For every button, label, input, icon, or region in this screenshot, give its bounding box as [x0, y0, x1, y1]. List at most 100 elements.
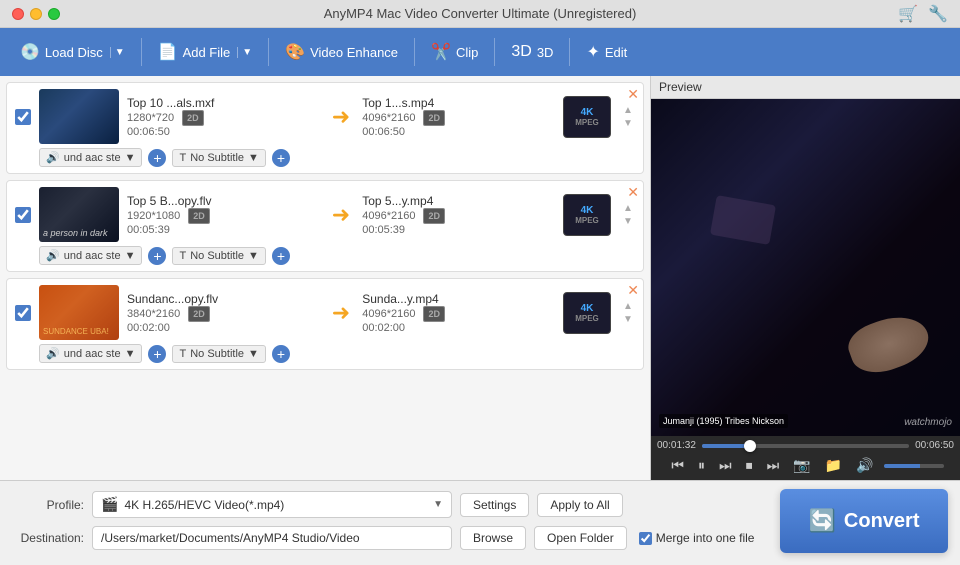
badge-text-2: 4K	[581, 205, 594, 216]
cart-icon[interactable]: 🛒	[898, 4, 918, 24]
output-dur-3: 00:02:00	[362, 322, 405, 334]
audio-value-3: und aac ste	[64, 348, 121, 360]
output-badge-3[interactable]: 4K MPEG	[563, 292, 611, 334]
audio-arrow-3: ▼	[125, 348, 136, 360]
audio-value-2: und aac ste	[64, 250, 121, 262]
dest-input[interactable]	[92, 526, 452, 550]
volume-icon[interactable]: 🔊	[852, 455, 877, 476]
file-info-row1-2: Top 5 B...opy.flv	[127, 194, 320, 208]
add-subtitle-1[interactable]: +	[272, 149, 290, 167]
output-dur-2: 00:05:39	[362, 224, 405, 236]
video-watermark: watchmojo	[904, 417, 952, 428]
divider-3	[414, 38, 415, 66]
audio-select-2[interactable]: 🔊 und aac ste ▼	[39, 246, 142, 265]
profile-icon: 🎬	[101, 496, 118, 513]
scroll-up-2[interactable]: ▲	[623, 203, 633, 214]
output-info-2: Top 5...y.mp4 4096*2160 2D 00:05:39	[362, 194, 555, 236]
stop-button[interactable]: ⏹	[742, 455, 757, 476]
file-item-1: ✕ Top 10 ...als.mxf 1280*720 2D 00:06:50	[6, 82, 644, 174]
subtitle-value-1: No Subtitle	[190, 152, 244, 164]
thumb-inner-2: a person in dark	[39, 187, 119, 242]
scroll-down-2[interactable]: ▼	[623, 216, 633, 227]
output-format-1: 2D	[423, 110, 445, 126]
file-checkbox-1[interactable]	[15, 109, 31, 125]
input-format-2: 2D	[188, 208, 210, 224]
output-badge-1[interactable]: 4K MPEG	[563, 96, 611, 138]
file-info-row2-1: 1280*720 2D	[127, 110, 320, 126]
add-subtitle-2[interactable]: +	[272, 247, 290, 265]
settings-button[interactable]: Settings	[460, 493, 529, 517]
video-enhance-button[interactable]: 🎨 Video Enhance	[277, 36, 406, 68]
preview-label: Preview	[651, 76, 960, 99]
browse-button[interactable]: Browse	[460, 526, 526, 550]
camera-button[interactable]: 📷	[789, 455, 814, 476]
fast-forward-button[interactable]: ⏭	[715, 455, 736, 476]
output-format-2: 2D	[423, 208, 445, 224]
file-checkbox-2[interactable]	[15, 207, 31, 223]
3d-button[interactable]: 3D 3D	[503, 37, 561, 67]
convert-button[interactable]: 🔄 Convert	[780, 489, 948, 553]
clip-label: Clip	[456, 45, 478, 60]
input-dur-3: 00:02:00	[127, 322, 170, 334]
progress-thumb[interactable]	[744, 440, 756, 452]
add-file-button[interactable]: 📄 Add File ▼	[150, 36, 261, 68]
open-folder-button[interactable]: Open Folder	[534, 526, 627, 550]
close-item-1[interactable]: ✕	[627, 87, 639, 101]
merge-label[interactable]: Merge into one file	[639, 531, 755, 545]
edit-button[interactable]: ✦ Edit	[578, 36, 635, 68]
subtitle-select-3[interactable]: T No Subtitle ▼	[172, 345, 265, 363]
output-row3-2: 00:05:39	[362, 224, 555, 236]
settings-icon[interactable]: 🔧	[928, 4, 948, 24]
close-button[interactable]	[12, 8, 24, 20]
volume-slider[interactable]	[884, 464, 944, 468]
load-disc-arrow[interactable]: ▼	[110, 47, 125, 58]
output-res-3: 4096*2160	[362, 308, 415, 320]
audio-select-1[interactable]: 🔊 und aac ste ▼	[39, 148, 142, 167]
file-checkbox-3[interactable]	[15, 305, 31, 321]
badge-sub-2: MPEG	[575, 216, 599, 225]
apply-to-all-button[interactable]: Apply to All	[537, 493, 622, 517]
add-subtitle-3[interactable]: +	[272, 345, 290, 363]
add-audio-3[interactable]: +	[148, 345, 166, 363]
output-row1-3: Sunda...y.mp4	[362, 292, 555, 306]
subtitle-select-1[interactable]: T No Subtitle ▼	[172, 149, 265, 167]
edit-label: Edit	[605, 45, 627, 60]
add-file-arrow[interactable]: ▼	[237, 47, 252, 58]
title-bar: AnyMP4 Mac Video Converter Ultimate (Unr…	[0, 0, 960, 28]
next-button[interactable]: ⏭	[763, 455, 784, 476]
minimize-button[interactable]	[30, 8, 42, 20]
maximize-button[interactable]	[48, 8, 60, 20]
folder-button[interactable]: 📁	[821, 455, 846, 476]
input-name-2: Top 5 B...opy.flv	[127, 194, 212, 208]
add-audio-2[interactable]: +	[148, 247, 166, 265]
subtitle-select-2[interactable]: T No Subtitle ▼	[172, 247, 265, 265]
pause-button[interactable]: ⏸	[694, 455, 709, 476]
close-item-3[interactable]: ✕	[627, 283, 639, 297]
file-thumb-2: a person in dark	[39, 187, 119, 242]
preview-video: Jumanji (1995) Tribes Nickson watchmojo	[651, 99, 960, 436]
merge-checkbox[interactable]	[639, 532, 652, 545]
load-disc-label: Load Disc	[45, 45, 103, 60]
scroll-down-1[interactable]: ▼	[623, 118, 633, 129]
audio-icon-3: 🔊	[46, 347, 60, 360]
scroll-up-3[interactable]: ▲	[623, 301, 633, 312]
output-badge-2[interactable]: 4K MPEG	[563, 194, 611, 236]
file-thumb-3: SUNDANCE UBA!	[39, 285, 119, 340]
scroll-down-3[interactable]: ▼	[623, 314, 633, 325]
output-row3-1: 00:06:50	[362, 126, 555, 138]
output-dur-1: 00:06:50	[362, 126, 405, 138]
prev-button[interactable]: ⏮	[667, 455, 688, 476]
file-info-row3-3: 00:02:00	[127, 322, 320, 334]
subtitle-arrow-2: ▼	[248, 250, 259, 262]
load-disc-button[interactable]: 💿 Load Disc ▼	[12, 36, 133, 68]
close-item-2[interactable]: ✕	[627, 185, 639, 199]
scroll-up-1[interactable]: ▲	[623, 105, 633, 116]
add-audio-1[interactable]: +	[148, 149, 166, 167]
audio-select-3[interactable]: 🔊 und aac ste ▼	[39, 344, 142, 363]
profile-select[interactable]: 🎬 4K H.265/HEVC Video(*.mp4) ▼	[92, 491, 452, 518]
control-row: ⏮ ⏸ ⏭ ⏹ ⏭ 📷 📁 🔊	[657, 455, 954, 476]
clip-button[interactable]: ✂️ Clip	[423, 36, 486, 68]
video-element	[710, 195, 776, 245]
enhance-icon: 🎨	[285, 42, 305, 62]
progress-bar[interactable]	[702, 444, 909, 448]
